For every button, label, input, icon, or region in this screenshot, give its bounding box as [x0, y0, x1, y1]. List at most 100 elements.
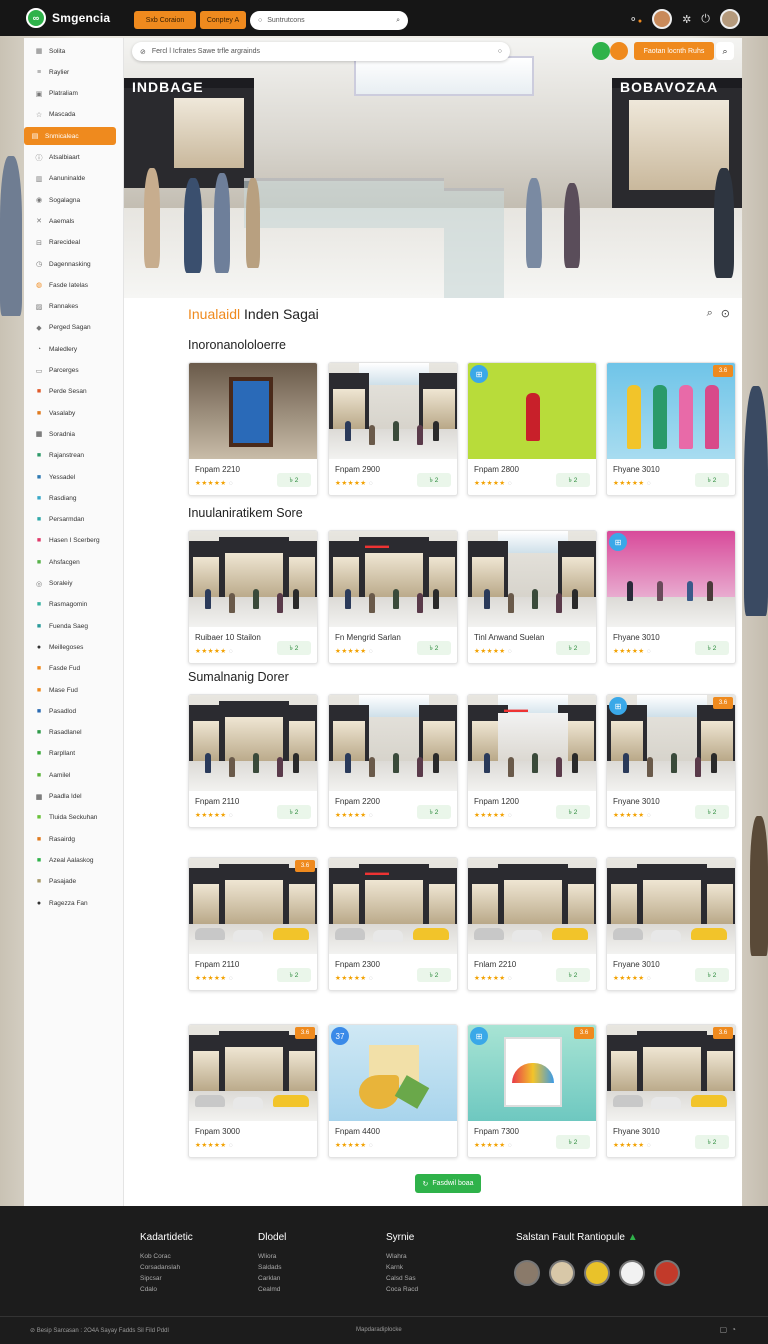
- sidebar-item[interactable]: ◆ Perged Sagan: [28, 319, 120, 337]
- top-nav-button-1[interactable]: Sxb Coraion: [134, 11, 196, 29]
- price-tag[interactable]: ৳ 2: [277, 641, 311, 655]
- user-avatar[interactable]: [720, 9, 740, 29]
- hero-search-input[interactable]: Fercl l Icfrates Sawe trfle argrainds: [152, 48, 492, 55]
- price-tag[interactable]: ৳ 2: [695, 641, 729, 655]
- card-image[interactable]: [468, 858, 596, 954]
- sidebar-item[interactable]: ⊟ Rarecideal: [28, 234, 120, 252]
- product-card[interactable]: ⊞ Fhyane 3010 ★★★★★ ◌ ৳ 2: [606, 530, 736, 664]
- magnifier-icon[interactable]: ⌕: [396, 17, 400, 25]
- footer-link[interactable]: Saldads: [258, 1264, 286, 1271]
- price-tag[interactable]: ৳ 2: [417, 641, 451, 655]
- settings-icon[interactable]: ✲: [682, 13, 691, 26]
- sidebar-item[interactable]: ◎ Soraleiy: [28, 575, 120, 593]
- product-card[interactable]: 3.6 ⊞ Fnyane 3010 ★★★★★ ◌ ৳ 2: [606, 694, 736, 828]
- sidebar-item[interactable]: ◔ Maledlery: [28, 340, 120, 358]
- sidebar-item[interactable]: ■ Rajanstrean: [28, 447, 120, 465]
- product-card[interactable]: Ruibaer 10 Stailon ★★★★★ ◌ ৳ 2: [188, 530, 318, 664]
- top-search-bar[interactable]: ○ Suntrutcons ⌕: [250, 11, 408, 30]
- price-tag[interactable]: ৳ 2: [277, 805, 311, 819]
- price-tag[interactable]: ৳ 2: [556, 1135, 590, 1149]
- sidebar-item[interactable]: ■ Pasajade: [28, 873, 120, 891]
- social-avatar[interactable]: [619, 1260, 645, 1286]
- footer-link[interactable]: Wliora: [258, 1253, 286, 1260]
- card-image[interactable]: [468, 363, 596, 459]
- footer-link[interactable]: Sipcsar: [140, 1275, 193, 1282]
- sidebar-item[interactable]: ◍ Fasde Iatelas: [28, 276, 120, 294]
- sidebar-item[interactable]: ■ Ahsfacgen: [28, 553, 120, 571]
- sidebar-item[interactable]: ■ Azeal Aalaskog: [28, 851, 120, 869]
- card-image[interactable]: [329, 695, 457, 791]
- product-card[interactable]: Tinl Anwand Suelan ★★★★★ ◌ ৳ 2: [467, 530, 597, 664]
- product-card[interactable]: 3.6 Fhyane 3010 ★★★★★ ◌ ৳ 2: [606, 1024, 736, 1158]
- sidebar-item[interactable]: ≡ Raylier: [28, 63, 120, 81]
- card-image[interactable]: [607, 1025, 735, 1121]
- chat-icon[interactable]: ◔: [731, 1325, 736, 1334]
- product-card[interactable]: Fnyane 3010 ★★★★★ ◌ ৳ 2: [606, 857, 736, 991]
- price-tag[interactable]: ৳ 2: [417, 968, 451, 982]
- footer-link[interactable]: Cdalo: [140, 1286, 193, 1293]
- product-card[interactable]: Fnpam 2210 ★★★★★ ◌ ৳ 2: [188, 362, 318, 496]
- sidebar-item[interactable]: ◷ Dagennasking: [28, 255, 120, 273]
- hero-cta-button[interactable]: Faotan locnth Ruhs: [634, 42, 714, 60]
- sidebar-item[interactable]: ■ Fasde Fud: [28, 660, 120, 678]
- product-card[interactable]: 3.6 ⊞ Fnpam 7300 ★★★★★ ◌ ৳ 2: [467, 1024, 597, 1158]
- price-tag[interactable]: ৳ 2: [695, 1135, 729, 1149]
- price-tag[interactable]: ৳ 2: [277, 473, 311, 487]
- card-image[interactable]: ▬▬▬: [329, 858, 457, 954]
- product-card[interactable]: ⊞ Fnpam 2800 ★★★★★ ◌ ৳ 2: [467, 362, 597, 496]
- social-avatar[interactable]: [514, 1260, 540, 1286]
- sidebar-item[interactable]: ▦ Solita: [28, 42, 120, 60]
- sidebar-item[interactable]: ■ Hasen I Scerberg: [28, 532, 120, 550]
- settings-icon[interactable]: ⊙: [721, 307, 730, 320]
- sidebar-item[interactable]: ✕ Aaemals: [28, 212, 120, 230]
- orange-status-icon[interactable]: [610, 42, 628, 60]
- product-card[interactable]: ▬▬▬ Fnpam 1200 ★★★★★ ◌ ৳ 2: [467, 694, 597, 828]
- footer-link[interactable]: Calsd Sas: [386, 1275, 418, 1282]
- sidebar-item[interactable]: ■ Vasalaby: [28, 404, 120, 422]
- notification-icon[interactable]: ⚬●: [629, 13, 642, 26]
- card-image[interactable]: [189, 695, 317, 791]
- price-tag[interactable]: ৳ 2: [277, 968, 311, 982]
- sidebar-item[interactable]: ▦ Soradnia: [28, 425, 120, 443]
- card-image[interactable]: [468, 531, 596, 627]
- price-tag[interactable]: ৳ 2: [695, 473, 729, 487]
- card-image[interactable]: ▬▬▬: [468, 695, 596, 791]
- search-icon[interactable]: ⌕: [707, 307, 713, 320]
- card-image[interactable]: [189, 858, 317, 954]
- top-nav-button-2[interactable]: Conptey A: [200, 11, 246, 29]
- product-card[interactable]: 3.6 Fnpam 2110 ★★★★★ ◌ ৳ 2: [188, 857, 318, 991]
- sidebar-item[interactable]: ■ Perde Sesan: [28, 383, 120, 401]
- sidebar-item[interactable]: ■ Persarmdan: [28, 511, 120, 529]
- sidebar-item[interactable]: ■ Rasmagomin: [28, 596, 120, 614]
- sidebar-item[interactable]: ▦ Paadla Idel: [28, 788, 120, 806]
- card-image[interactable]: ▬▬▬: [329, 531, 457, 627]
- sidebar-item[interactable]: ▤ Snmicaleac: [24, 127, 116, 146]
- sidebar-item[interactable]: ▭ Parcerges: [28, 362, 120, 380]
- avatar[interactable]: [652, 9, 673, 29]
- sidebar-item[interactable]: ☆ Mascada: [28, 106, 120, 124]
- price-tag[interactable]: ৳ 2: [556, 473, 590, 487]
- sidebar-item[interactable]: ■ Pasadlod: [28, 702, 120, 720]
- price-tag[interactable]: ৳ 2: [695, 968, 729, 982]
- product-card[interactable]: Fnpam 2110 ★★★★★ ◌ ৳ 2: [188, 694, 318, 828]
- load-more-button[interactable]: ↻ Fasdwil boaa: [415, 1174, 481, 1193]
- sidebar-item[interactable]: ● Meillegoses: [28, 638, 120, 656]
- card-image[interactable]: [329, 1025, 457, 1121]
- window-icon[interactable]: ▢: [720, 1325, 728, 1334]
- card-image[interactable]: [607, 695, 735, 791]
- price-tag[interactable]: ৳ 2: [556, 805, 590, 819]
- product-card[interactable]: ▬▬▬ Fn Mengrid Sarlan ★★★★★ ◌ ৳ 2: [328, 530, 458, 664]
- social-avatar[interactable]: [549, 1260, 575, 1286]
- price-tag[interactable]: ৳ 2: [417, 805, 451, 819]
- footer-link[interactable]: Kob Corac: [140, 1253, 193, 1260]
- power-icon[interactable]: ⏻: [701, 13, 710, 26]
- price-tag[interactable]: ৳ 2: [417, 473, 451, 487]
- product-card[interactable]: 37 Fnpam 4400 ★★★★★ ◌: [328, 1024, 458, 1158]
- sidebar-item[interactable]: ■ Yessadel: [28, 468, 120, 486]
- card-image[interactable]: [189, 363, 317, 459]
- top-search-input[interactable]: Suntrutcons: [267, 17, 391, 24]
- product-card[interactable]: 3.6 Fnpam 3000 ★★★★★ ◌: [188, 1024, 318, 1158]
- footer-link[interactable]: Corsadanslah: [140, 1264, 193, 1271]
- price-tag[interactable]: ৳ 2: [556, 641, 590, 655]
- sidebar-item[interactable]: ■ Tluida Seckuhan: [28, 809, 120, 827]
